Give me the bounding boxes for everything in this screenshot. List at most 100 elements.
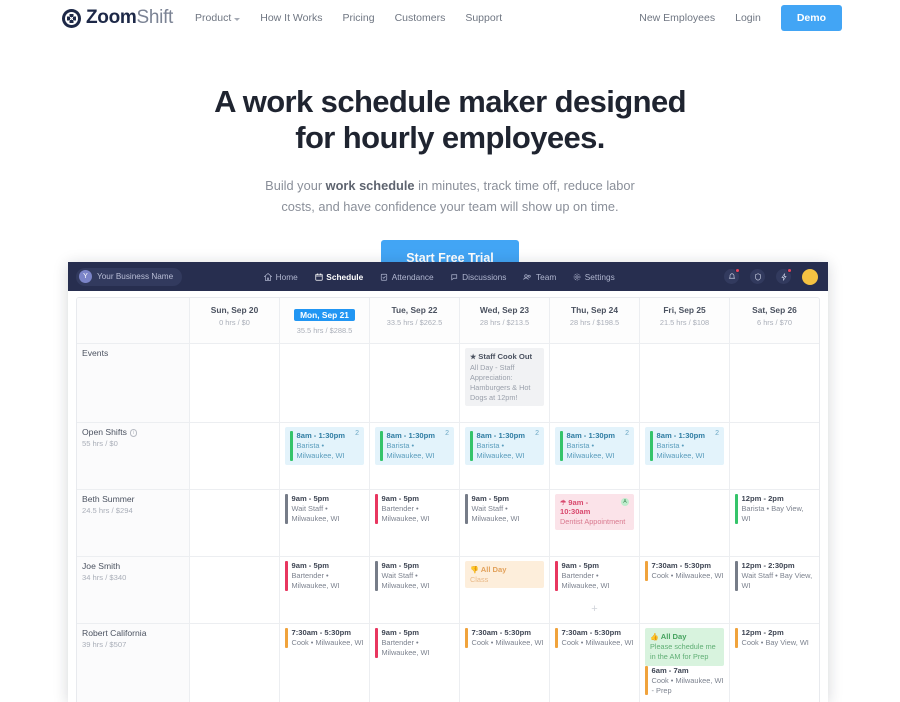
events-cell-mon[interactable] xyxy=(279,344,369,422)
shift-cell-sat[interactable]: 12pm - 2pm Cook • Bay View, WI xyxy=(729,624,819,702)
shift-cell-sun[interactable] xyxy=(189,557,279,623)
shift-text: 7:30am - 5:30pm Cook • Milwaukee, WI xyxy=(562,628,634,648)
open-shift-card[interactable]: 8am - 1:30pm Barista • Milwaukee, WI 2 xyxy=(375,427,454,465)
business-switcher[interactable]: Y Your Business Name xyxy=(76,267,183,286)
demo-button[interactable]: Demo xyxy=(780,5,842,31)
employee-name: Beth Summer xyxy=(82,494,135,504)
day-column-tue[interactable]: Tue, Sep 22 33.5 hrs / $262.5 xyxy=(369,298,459,343)
status-badge: A xyxy=(621,498,629,506)
day-column-fri[interactable]: Fri, Sep 25 21.5 hrs / $108 xyxy=(639,298,729,343)
open-shifts-cell-sun[interactable] xyxy=(189,423,279,489)
nav-item-pricing[interactable]: Pricing xyxy=(342,12,374,24)
availability-card[interactable]: 👍 All Day Please schedule me in the AM fo… xyxy=(645,628,724,666)
open-shift-card[interactable]: 8am - 1:30pm Barista • Milwaukee, WI 2 xyxy=(645,427,724,465)
events-cell-sat[interactable] xyxy=(729,344,819,422)
open-shift-count: 2 xyxy=(625,430,629,437)
shift-card[interactable]: 9am - 5pm Bartender • Milwaukee, WI xyxy=(285,561,364,591)
open-shift-card[interactable]: 8am - 1:30pm Barista • Milwaukee, WI 2 xyxy=(285,427,364,465)
nav-item-how-it-works[interactable]: How It Works xyxy=(260,12,322,24)
open-shift-card[interactable]: 8am - 1:30pm Barista • Milwaukee, WI 2 xyxy=(555,427,634,465)
events-cell-thu[interactable] xyxy=(549,344,639,422)
shift-card[interactable]: 6am - 7am Cook • Milwaukee, WI - Prep xyxy=(645,665,724,696)
shift-card[interactable]: 7:30am - 5:30pm Cook • Milwaukee, WI xyxy=(285,628,364,649)
events-cell-tue[interactable] xyxy=(369,344,459,422)
nav-item-login[interactable]: Login xyxy=(735,12,761,24)
shift-cell-thu[interactable]: 9am - 5pm Bartender • Milwaukee, WI + xyxy=(549,557,639,623)
shift-cell-mon[interactable]: 9am - 5pm Wait Staff • Milwaukee, WI xyxy=(279,490,369,556)
day-column-sat[interactable]: Sat, Sep 26 6 hrs / $70 xyxy=(729,298,819,343)
shift-card[interactable]: 9am - 5pm Bartender • Milwaukee, WI xyxy=(375,494,454,524)
shift-cell-thu[interactable]: 7:30am - 5:30pm Cook • Milwaukee, WI xyxy=(549,624,639,702)
events-cell-sun[interactable] xyxy=(189,344,279,422)
shift-cell-sun[interactable] xyxy=(189,490,279,556)
shift-card[interactable]: 12pm - 2pm Barista • Bay View, WI xyxy=(735,494,814,524)
shift-cell-tue[interactable]: 9am - 5pm Bartender • Milwaukee, WI xyxy=(369,490,459,556)
shift-cell-wed[interactable]: 👎 All Day Class xyxy=(459,557,549,623)
app-menu-item-discussions[interactable]: Discussions xyxy=(451,272,506,282)
info-icon[interactable]: i xyxy=(129,429,138,437)
app-menu-item-settings[interactable]: Settings xyxy=(573,272,615,282)
shift-cell-thu[interactable]: A ☂ 9am - 10:30am Dentist Appointment xyxy=(549,490,639,556)
shift-card[interactable]: 7:30am - 5:30pm Cook • Milwaukee, WI xyxy=(465,628,544,649)
app-menu-item-schedule[interactable]: Schedule xyxy=(315,272,363,282)
shift-cell-fri[interactable] xyxy=(639,490,729,556)
day-column-mon[interactable]: Mon, Sep 21 35.5 hrs / $288.5 xyxy=(279,298,369,343)
open-shifts-cell-tue[interactable]: 8am - 1:30pm Barista • Milwaukee, WI 2 xyxy=(369,423,459,489)
shift-card[interactable]: 9am - 5pm Bartender • Milwaukee, WI xyxy=(375,628,454,658)
availability-card[interactable]: 👎 All Day Class xyxy=(465,561,544,588)
shift-card[interactable]: 12pm - 2pm Cook • Bay View, WI xyxy=(735,628,814,649)
employee-label-cell[interactable]: Robert California 39 hrs / $507 xyxy=(77,624,189,702)
day-column-thu[interactable]: Thu, Sep 24 28 hrs / $198.5 xyxy=(549,298,639,343)
shift-card[interactable]: 9am - 5pm Wait Staff • Milwaukee, WI xyxy=(285,494,364,524)
shift-text: 9am - 5pm Bartender • Milwaukee, WI xyxy=(382,494,455,524)
open-shift-card[interactable]: 8am - 1:30pm Barista • Milwaukee, WI 2 xyxy=(465,427,544,465)
bell-icon[interactable] xyxy=(724,268,740,284)
events-cell-wed[interactable]: ★ Staff Cook Out All Day - Staff Apprecia… xyxy=(459,344,549,422)
app-menu-item-attendance[interactable]: Attendance xyxy=(380,272,434,282)
employee-label-cell[interactable]: Beth Summer 24.5 hrs / $294 xyxy=(77,490,189,556)
shift-cell-fri[interactable]: 👍 All Day Please schedule me in the AM fo… xyxy=(639,624,729,702)
shift-card[interactable]: 9am - 5pm Bartender • Milwaukee, WI xyxy=(555,561,634,591)
shield-icon[interactable] xyxy=(750,269,765,284)
shift-cell-sun[interactable] xyxy=(189,624,279,702)
shift-cell-mon[interactable]: 7:30am - 5:30pm Cook • Milwaukee, WI xyxy=(279,624,369,702)
shift-card[interactable]: 7:30am - 5:30pm Cook • Milwaukee, WI xyxy=(555,628,634,649)
open-shifts-cell-thu[interactable]: 8am - 1:30pm Barista • Milwaukee, WI 2 xyxy=(549,423,639,489)
brand-logo[interactable]: ZoomShift xyxy=(62,7,173,29)
day-column-sun[interactable]: Sun, Sep 20 0 hrs / $0 xyxy=(189,298,279,343)
app-menu-item-team[interactable]: Team xyxy=(523,272,556,282)
nav-item-customers[interactable]: Customers xyxy=(395,12,446,24)
lightning-icon[interactable] xyxy=(776,268,792,284)
event-card[interactable]: ★ Staff Cook Out All Day - Staff Apprecia… xyxy=(465,348,544,407)
shift-card[interactable]: 9am - 5pm Wait Staff • Milwaukee, WI xyxy=(465,494,544,524)
nav-item-support[interactable]: Support xyxy=(465,12,502,24)
events-cell-fri[interactable] xyxy=(639,344,729,422)
app-menu-item-home[interactable]: Home xyxy=(264,272,298,282)
shift-cell-tue[interactable]: 9am - 5pm Bartender • Milwaukee, WI xyxy=(369,624,459,702)
open-shifts-cell-fri[interactable]: 8am - 1:30pm Barista • Milwaukee, WI 2 xyxy=(639,423,729,489)
open-shifts-cell-wed[interactable]: 8am - 1:30pm Barista • Milwaukee, WI 2 xyxy=(459,423,549,489)
nav-item-new-employees[interactable]: New Employees xyxy=(639,12,715,24)
nav-item-product[interactable]: Product xyxy=(195,12,241,24)
shift-card[interactable]: 12pm - 2:30pm Wait Staff • Bay View, WI xyxy=(735,561,814,591)
open-shifts-cell-mon[interactable]: 8am - 1:30pm Barista • Milwaukee, WI 2 xyxy=(279,423,369,489)
time-off-card[interactable]: A ☂ 9am - 10:30am Dentist Appointment xyxy=(555,494,634,530)
shift-cell-fri[interactable]: 7:30am - 5:30pm Cook • Milwaukee, WI xyxy=(639,557,729,623)
shift-cell-wed[interactable]: 7:30am - 5:30pm Cook • Milwaukee, WI xyxy=(459,624,549,702)
shift-cell-wed[interactable]: 9am - 5pm Wait Staff • Milwaukee, WI xyxy=(459,490,549,556)
day-column-wed[interactable]: Wed, Sep 23 28 hrs / $213.5 xyxy=(459,298,549,343)
shift-cell-sat[interactable]: 12pm - 2pm Barista • Bay View, WI xyxy=(729,490,819,556)
employee-label-cell[interactable]: Joe Smith 34 hrs / $340 xyxy=(77,557,189,623)
add-shift-icon[interactable]: + xyxy=(591,604,597,615)
shift-cell-sat[interactable]: 12pm - 2:30pm Wait Staff • Bay View, WI xyxy=(729,557,819,623)
app-screenshot: Y Your Business Name Home Schedule Atten… xyxy=(68,262,828,702)
shift-color-bar xyxy=(290,431,293,461)
shift-cell-tue[interactable]: 9am - 5pm Wait Staff • Milwaukee, WI xyxy=(369,557,459,623)
open-shift-time: 8am - 1:30pm xyxy=(296,431,346,440)
thumbs-down-icon: 👎 xyxy=(470,567,479,574)
shift-card[interactable]: 9am - 5pm Wait Staff • Milwaukee, WI xyxy=(375,561,454,591)
open-shifts-cell-sat[interactable] xyxy=(729,423,819,489)
shift-cell-mon[interactable]: 9am - 5pm Bartender • Milwaukee, WI xyxy=(279,557,369,623)
shift-card[interactable]: 7:30am - 5:30pm Cook • Milwaukee, WI xyxy=(645,561,724,582)
avatar[interactable] xyxy=(802,268,818,285)
